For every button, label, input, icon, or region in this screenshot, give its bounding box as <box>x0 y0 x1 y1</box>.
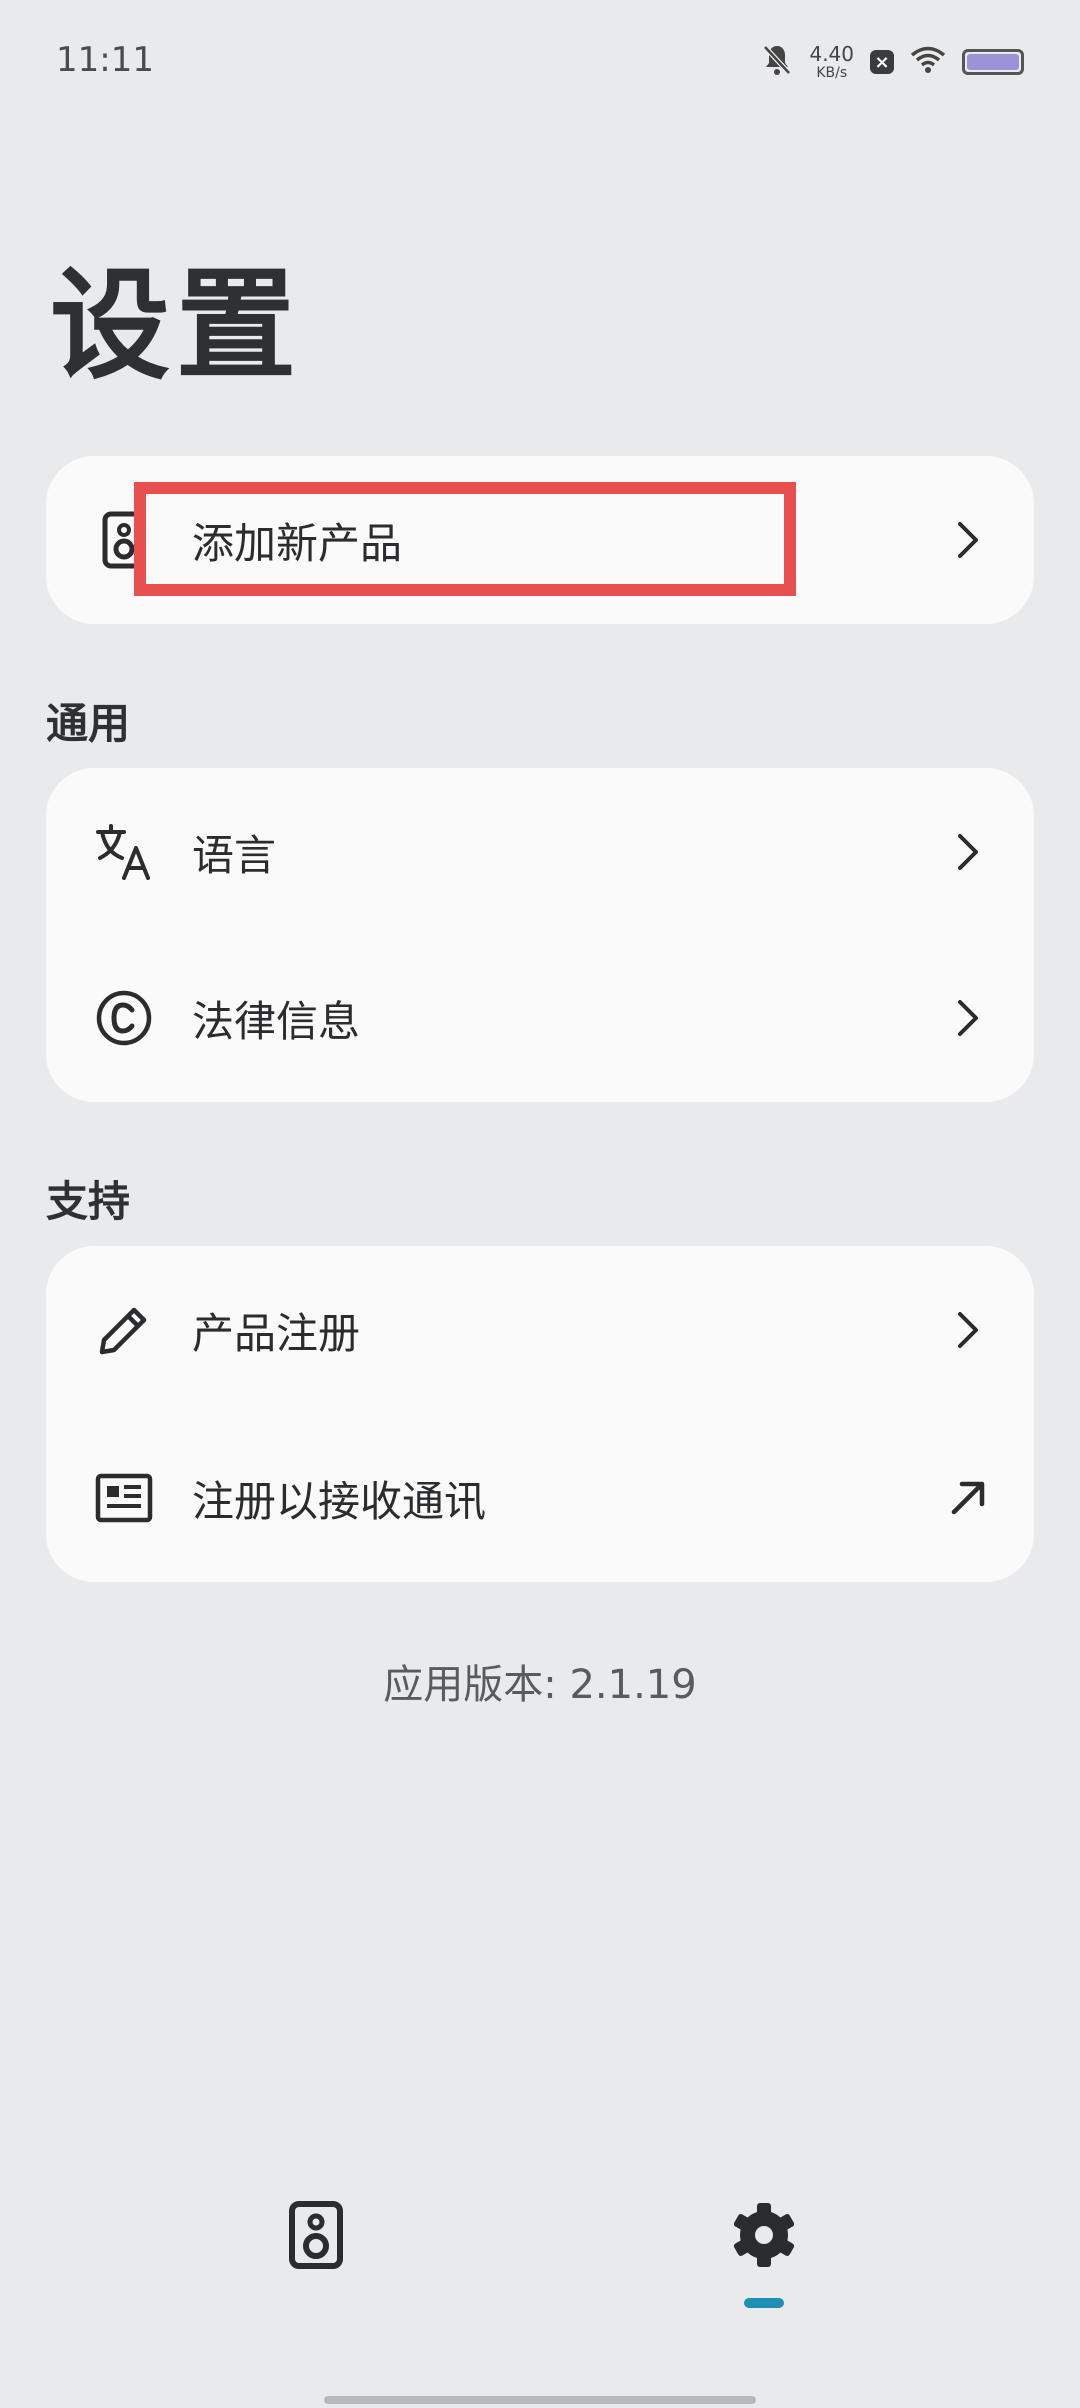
home-indicator[interactable] <box>324 2396 756 2404</box>
section-title-general: 通用 <box>46 699 131 748</box>
support-card: 产品注册 注册以接收通讯 <box>46 1246 1034 1582</box>
network-speed-unit: KB/s <box>816 65 848 81</box>
status-time: 11:11 <box>56 40 154 80</box>
newsletter-signup-label: 注册以接收通讯 <box>192 1476 487 1526</box>
language-row[interactable]: 语言 <box>46 768 1034 936</box>
mute-bell-icon <box>761 43 793 81</box>
translate-icon <box>94 822 154 882</box>
legal-info-label: 法律信息 <box>192 996 361 1046</box>
product-registration-label: 产品注册 <box>192 1308 361 1358</box>
product-registration-row[interactable]: 产品注册 <box>46 1246 1034 1414</box>
highlight-box <box>134 482 796 596</box>
section-title-support: 支持 <box>46 1177 131 1226</box>
external-arrow-icon <box>948 1478 988 1518</box>
gear-icon <box>730 2203 798 2274</box>
pencil-icon <box>94 1300 154 1360</box>
chevron-right-icon <box>948 1310 988 1350</box>
speaker-icon <box>286 2201 346 2274</box>
language-label: 语言 <box>192 830 277 880</box>
chevron-right-icon <box>948 998 988 1038</box>
nav-settings-tab[interactable] <box>730 2200 798 2270</box>
network-speed: 4.40 KB/s <box>809 44 854 80</box>
newsletter-signup-row[interactable]: 注册以接收通讯 <box>46 1414 1034 1582</box>
nav-products-tab[interactable] <box>286 2200 346 2270</box>
app-version: 应用版本: 2.1.19 <box>383 1662 697 1708</box>
close-badge-icon: × <box>870 50 894 74</box>
legal-info-row[interactable]: 法律信息 <box>46 934 1034 1102</box>
newsletter-icon <box>94 1468 154 1528</box>
status-icons: 4.40 KB/s × <box>761 38 1024 86</box>
general-card: 语言 法律信息 <box>46 768 1034 1102</box>
chevron-right-icon <box>948 832 988 872</box>
page-title: 设置 <box>50 257 302 396</box>
wifi-icon <box>910 46 946 78</box>
network-speed-value: 4.40 <box>809 42 854 66</box>
battery-icon <box>962 49 1024 75</box>
nav-active-indicator <box>744 2298 784 2308</box>
chevron-right-icon <box>948 520 988 560</box>
copyright-icon <box>94 988 154 1048</box>
